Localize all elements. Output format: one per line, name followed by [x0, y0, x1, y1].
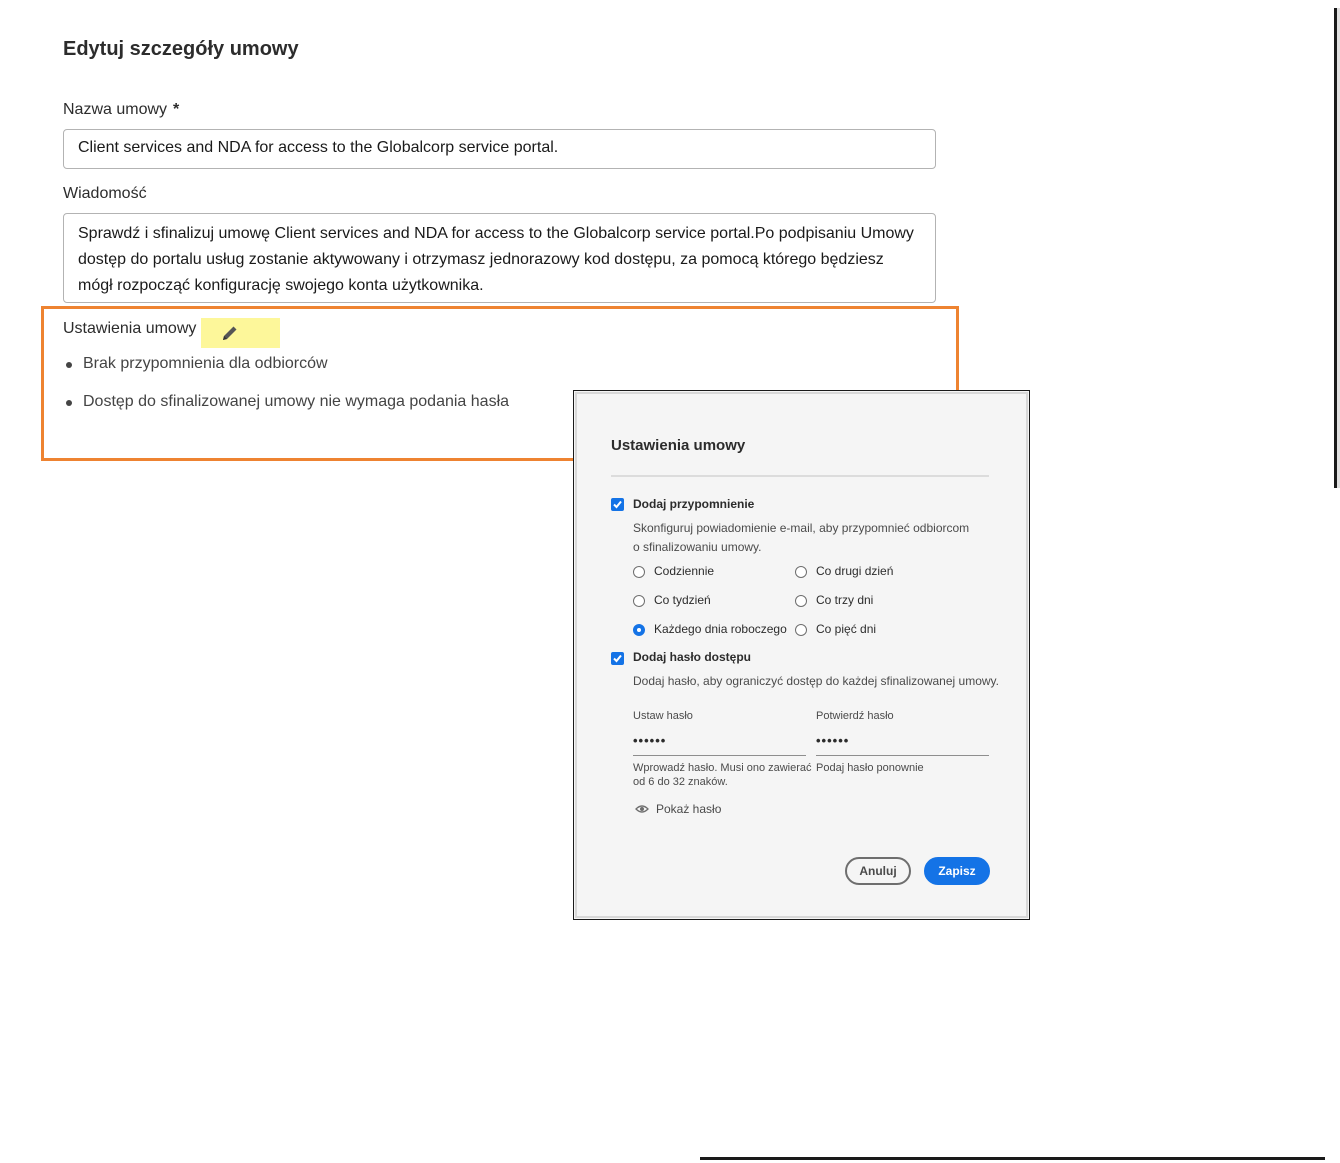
agreement-settings-dialog: Ustawienia umowy Dodaj przypomnienie Sko… — [573, 390, 1030, 920]
eye-icon — [635, 805, 649, 813]
radio-daily-label: Codziennie — [654, 564, 715, 578]
message-label: Wiadomość — [63, 185, 147, 202]
cancel-button[interactable]: Anuluj — [845, 857, 911, 885]
radio-every-five-days-label: Co pięć dni — [816, 622, 877, 636]
dialog-title: Ustawienia umowy — [611, 437, 746, 454]
reminder-description: Skonfiguruj powiadomienie e-mail, aby pr… — [633, 519, 969, 557]
radio-daily[interactable] — [633, 566, 645, 578]
agreement-name-label-text: Nazwa umowy — [63, 101, 168, 118]
set-password-help-line: od 6 do 32 znaków. — [633, 776, 728, 788]
add-password-checkbox[interactable] — [611, 652, 624, 665]
radio-weekly[interactable] — [633, 595, 645, 607]
reminder-description-line: Skonfiguruj powiadomienie e-mail, aby pr… — [633, 521, 970, 535]
radio-every-other-day-label: Co drugi dzień — [816, 564, 894, 578]
agreement-settings-label: Ustawienia umowy — [63, 320, 197, 337]
required-mark: * — [173, 101, 180, 118]
message-textarea[interactable]: Sprawdź i sfinalizuj umowę Client servic… — [63, 213, 936, 303]
radio-every-business-day[interactable] — [633, 624, 645, 636]
settings-summary-list: Brak przypomnienia dla odbiorców Dostęp … — [63, 352, 509, 428]
radio-every-five-days[interactable] — [795, 624, 807, 636]
set-password-label: Ustaw hasło — [633, 710, 693, 722]
confirm-password-input[interactable]: •••••• — [816, 733, 989, 756]
confirm-password-label: Potwierdź hasło — [816, 710, 894, 722]
set-password-help-line: Wprowadź hasło. Musi ono zawierać — [633, 762, 812, 774]
checkmark-icon — [613, 500, 622, 509]
settings-summary-item: Brak przypomnienia dla odbiorców — [63, 352, 509, 390]
add-reminder-label: Dodaj przypomnienie — [633, 497, 755, 511]
window-edge-bottom — [700, 1157, 1325, 1160]
dialog-divider — [611, 475, 989, 477]
radio-every-three-days[interactable] — [795, 595, 807, 607]
edit-settings-button[interactable] — [201, 318, 280, 348]
confirm-password-help: Podaj hasło ponownie — [816, 762, 924, 774]
radio-weekly-label: Co tydzień — [654, 593, 711, 607]
add-password-label: Dodaj hasło dostępu — [633, 650, 752, 664]
agreement-name-label: Nazwa umowy * — [63, 101, 179, 119]
page-title: Edytuj szczegóły umowy — [63, 38, 299, 60]
radio-every-business-day-label: Każdego dnia roboczego — [654, 622, 787, 636]
settings-summary-item: Dostęp do sfinalizowanej umowy nie wymag… — [63, 390, 509, 428]
checkmark-icon — [613, 654, 622, 663]
radio-every-other-day[interactable] — [795, 566, 807, 578]
save-button[interactable]: Zapisz — [924, 857, 990, 885]
agreement-name-input[interactable]: Client services and NDA for access to th… — [63, 129, 936, 169]
set-password-input[interactable]: •••••• — [633, 733, 806, 756]
pencil-icon — [223, 326, 237, 340]
set-password-help: Wprowadź hasło. Musi ono zawierać od 6 d… — [633, 761, 812, 789]
show-password-toggle[interactable]: Pokaż hasło — [656, 802, 721, 816]
add-reminder-checkbox[interactable] — [611, 498, 624, 511]
radio-every-three-days-label: Co trzy dni — [816, 593, 874, 607]
password-description: Dodaj hasło, aby ograniczyć dostęp do ka… — [633, 674, 999, 688]
reminder-description-line: o sfinalizowaniu umowy. — [633, 540, 762, 554]
